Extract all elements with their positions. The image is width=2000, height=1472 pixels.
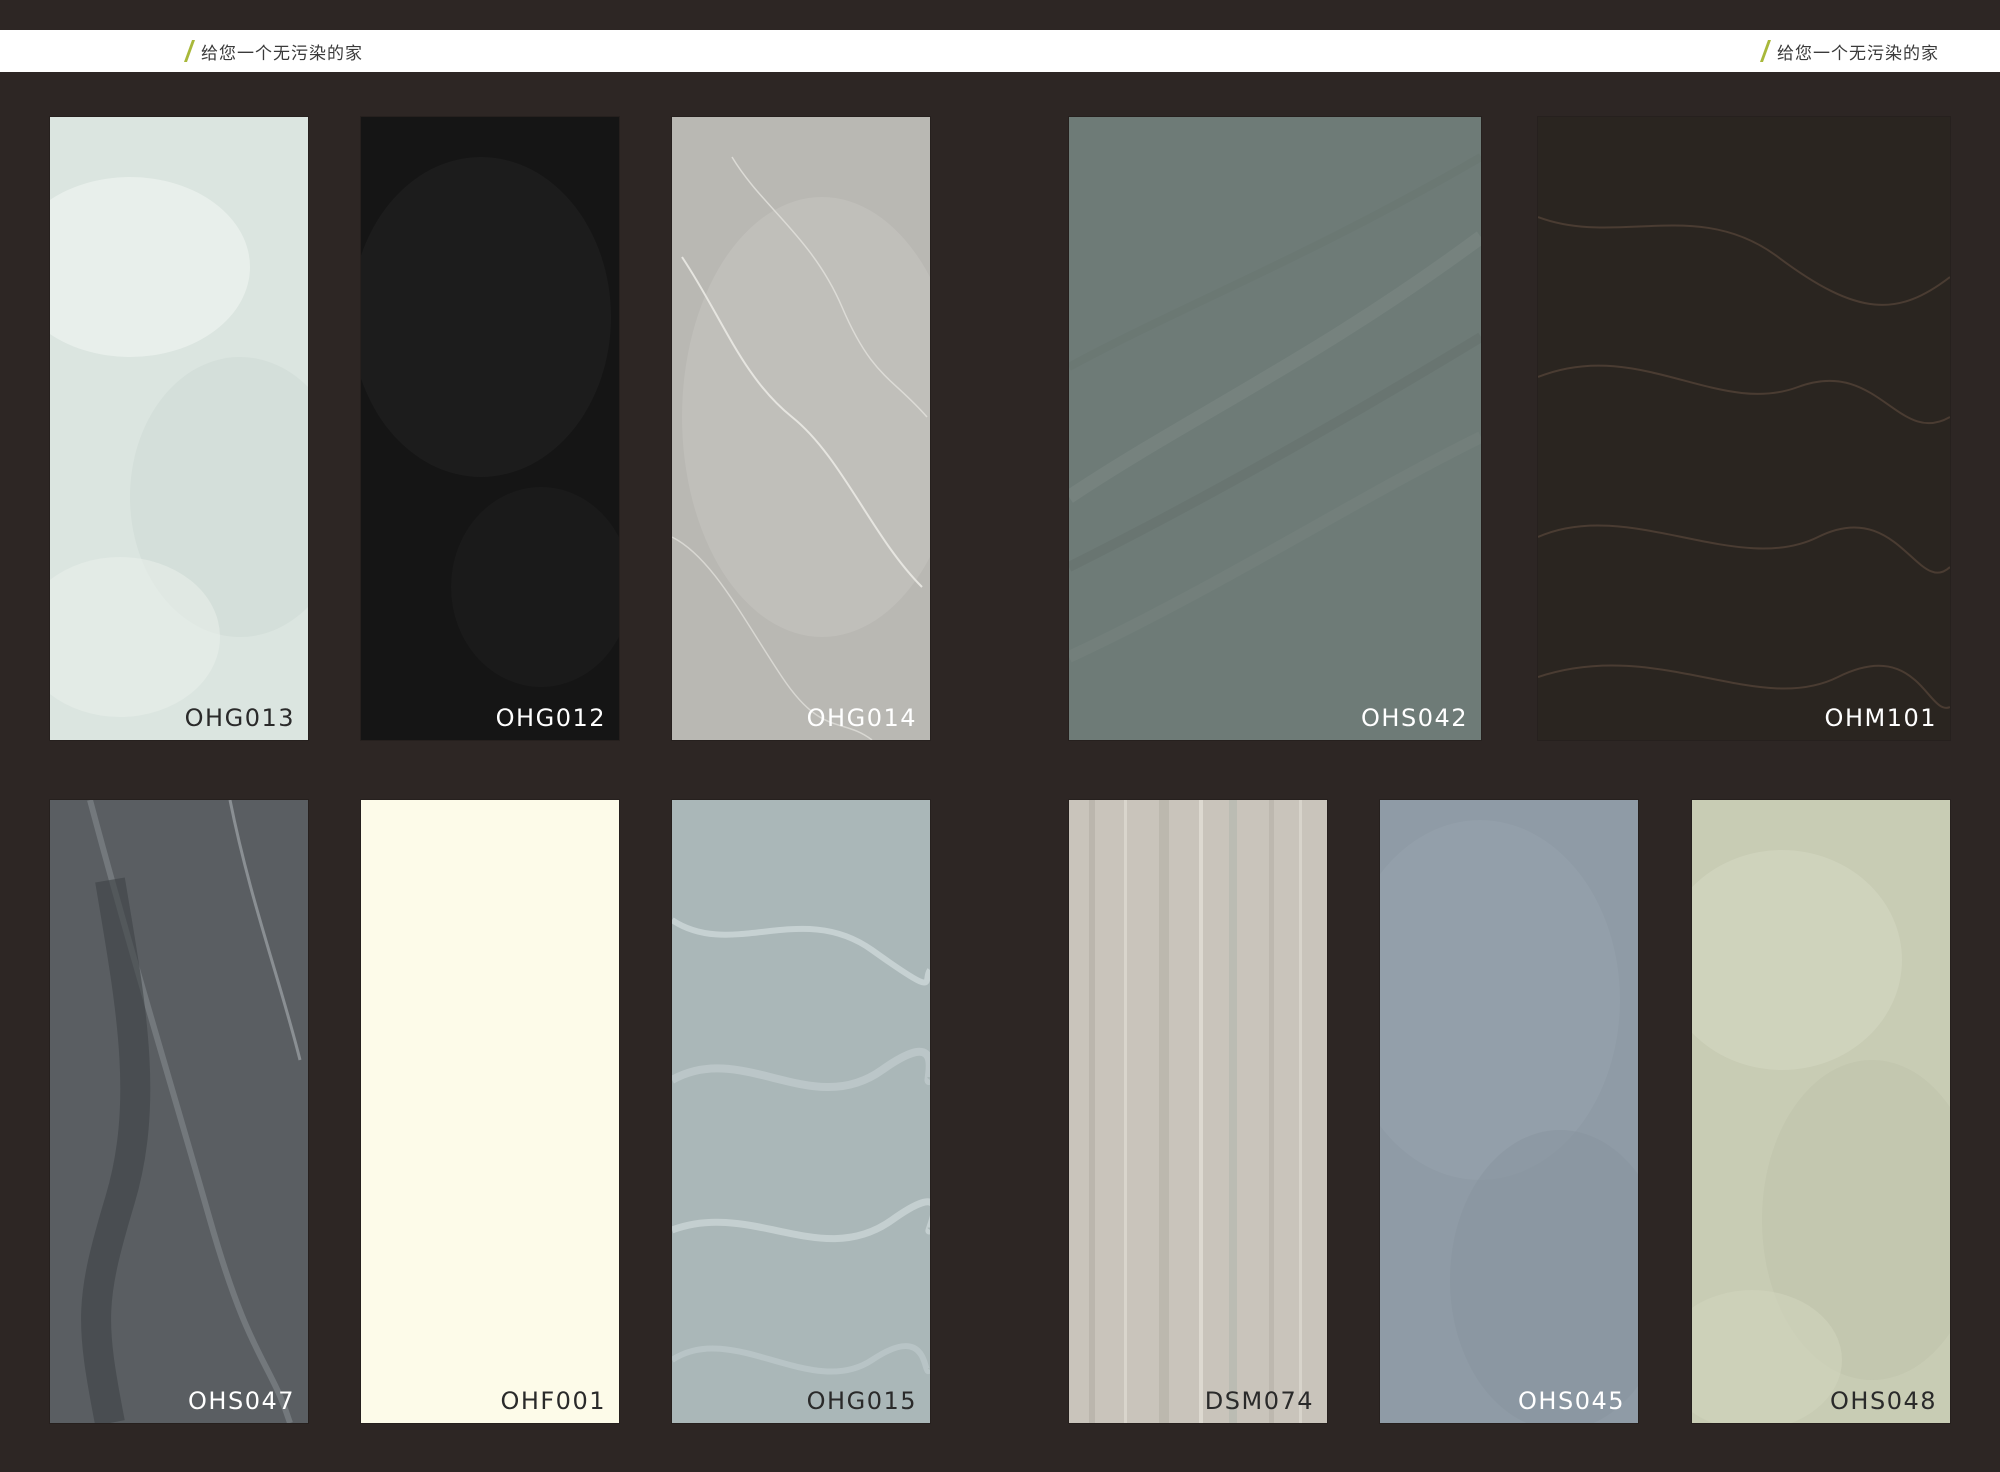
swatch-code: OHF001: [500, 1387, 606, 1415]
swatch-code: DSM074: [1204, 1387, 1314, 1415]
header-band: 给您一个无污染的家 给您一个无污染的家: [0, 30, 2000, 72]
slash-accent-icon: [1759, 40, 1772, 62]
swatch-code: OHG015: [806, 1387, 917, 1415]
swatch-ohg013: OHG013: [50, 117, 308, 740]
swatch-code: OHG014: [806, 704, 917, 732]
swatch-ohs048: OHS048: [1692, 800, 1950, 1423]
tagline-left-text: 给您一个无污染的家: [201, 43, 363, 64]
tagline-right: 给您一个无污染的家: [1759, 30, 1939, 72]
swatch-ohg014: OHG014: [672, 117, 930, 740]
swatch-ohs042: OHS042: [1069, 117, 1481, 740]
slash-accent-icon: [183, 40, 196, 62]
swatch-ohg012: OHG012: [361, 117, 619, 740]
swatch-code: OHM101: [1824, 704, 1937, 732]
swatch-code: OHS048: [1830, 1387, 1937, 1415]
swatch-code: OHG013: [184, 704, 295, 732]
swatch-dsm074: DSM074: [1069, 800, 1327, 1423]
swatch-ohg015: OHG015: [672, 800, 930, 1423]
swatch-ohm101: OHM101: [1538, 117, 1950, 740]
swatch-code: OHS045: [1518, 1387, 1625, 1415]
tagline-left: 给您一个无污染的家: [183, 30, 363, 72]
tagline-right-text: 给您一个无污染的家: [1777, 43, 1939, 64]
swatch-code: OHG012: [495, 704, 606, 732]
swatch-ohs045: OHS045: [1380, 800, 1638, 1423]
swatch-code: OHS042: [1361, 704, 1468, 732]
swatch-ohf001: OHF001: [361, 800, 619, 1423]
swatch-ohs047: OHS047: [50, 800, 308, 1423]
swatch-code: OHS047: [188, 1387, 295, 1415]
